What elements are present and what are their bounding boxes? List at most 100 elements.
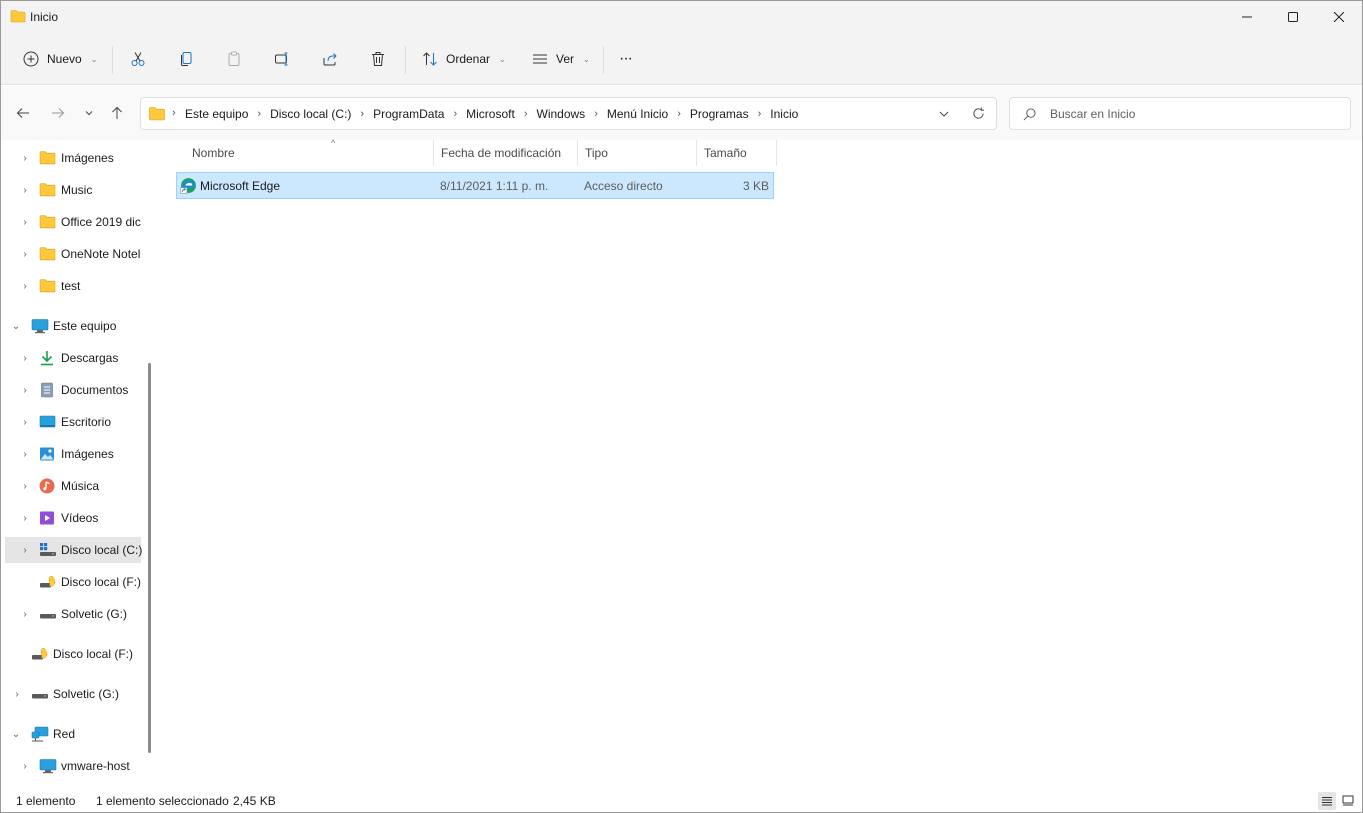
column-header-name[interactable]: Nombre ^ xyxy=(185,138,434,166)
breadcrumb-separator[interactable]: › xyxy=(257,108,261,120)
chevron-down-icon xyxy=(85,111,93,116)
breadcrumb-item[interactable]: Microsoft xyxy=(466,107,515,121)
share-button[interactable] xyxy=(314,45,346,73)
new-button[interactable]: Nuevo ⌄ xyxy=(15,45,104,73)
sidebar-item-vmware-host[interactable]: › vmware-host xyxy=(1,753,143,779)
selection-size: 2,45 KB xyxy=(233,794,276,808)
drive-icon xyxy=(39,606,56,622)
address-bar[interactable]: › Este equipo › Disco local (C:) › Progr… xyxy=(140,97,997,130)
recent-locations-button[interactable] xyxy=(79,103,99,123)
large-icons-view-button[interactable] xyxy=(1339,792,1357,810)
details-view-button[interactable] xyxy=(1318,792,1336,810)
breadcrumb-item[interactable]: Windows xyxy=(537,107,586,121)
title-bar[interactable]: Inicio xyxy=(1,1,1362,33)
sidebar-item-office[interactable]: › Office 2019 dic xyxy=(1,209,143,235)
folder-icon xyxy=(39,214,56,230)
cut-button[interactable] xyxy=(122,45,154,73)
chevron-right-icon: › xyxy=(15,688,19,700)
breadcrumb-separator[interactable]: › xyxy=(677,108,681,120)
forward-button[interactable] xyxy=(48,103,68,123)
sidebar-item-este-equipo[interactable]: ⌄ Este equipo xyxy=(1,313,143,339)
column-header-type[interactable]: Tipo xyxy=(578,140,697,166)
window-title: Inicio xyxy=(30,10,59,24)
maximize-button[interactable] xyxy=(1270,1,1316,33)
file-size: 3 KB xyxy=(742,179,769,193)
file-row[interactable]: Microsoft Edge 8/11/2021 1:11 p. m. Acce… xyxy=(176,172,774,199)
view-button[interactable]: Ver ⌄ xyxy=(524,45,597,73)
navigation-row: › Este equipo › Disco local (C:) › Progr… xyxy=(1,86,1362,140)
chevron-right-icon: › xyxy=(23,352,27,364)
breadcrumb-separator[interactable]: › xyxy=(758,108,762,120)
minimize-button[interactable] xyxy=(1224,1,1270,33)
chevron-down-icon xyxy=(939,111,949,117)
search-box[interactable]: Buscar en Inicio xyxy=(1009,97,1351,130)
sidebar-item-documentos[interactable]: › Documentos xyxy=(1,377,143,403)
back-button[interactable] xyxy=(13,103,33,123)
sidebar-item-label: Solvetic (G:) xyxy=(53,687,120,701)
breadcrumb-item[interactable]: Disco local (C:) xyxy=(270,107,351,121)
plus-circle-icon xyxy=(22,50,40,68)
breadcrumb-item[interactable]: ProgramData xyxy=(373,107,444,121)
breadcrumb-item[interactable]: Este equipo xyxy=(185,107,248,121)
column-header-label: Fecha de modificación xyxy=(441,146,562,160)
search-icon xyxy=(1023,108,1036,124)
sidebar-item-label: Vídeos xyxy=(61,511,99,525)
sidebar-scrollbar[interactable] xyxy=(148,363,151,753)
videos-icon xyxy=(39,510,55,526)
sidebar-item-red[interactable]: ⌄ Red xyxy=(1,721,143,747)
sidebar-item-label: OneNote Notel xyxy=(61,247,141,261)
paste-icon xyxy=(225,50,243,68)
chevron-right-icon: › xyxy=(23,512,27,524)
folder-icon xyxy=(39,182,56,198)
rename-button[interactable] xyxy=(266,45,298,73)
chevron-down-icon: ⌄ xyxy=(90,54,98,64)
copy-button[interactable] xyxy=(170,45,202,73)
sidebar-item-musica[interactable]: › Música xyxy=(1,473,143,499)
column-header-modified[interactable]: Fecha de modificación xyxy=(434,140,578,166)
sidebar-item-disco-f-root[interactable]: Disco local (F:) xyxy=(1,641,143,667)
trash-icon xyxy=(369,50,387,68)
status-bar: 1 elemento 1 elemento seleccionado 2,45 … xyxy=(1,790,1362,812)
sidebar-item-escritorio[interactable]: › Escritorio xyxy=(1,409,143,435)
sidebar-item-solvetic-g-root[interactable]: › Solvetic (G:) xyxy=(1,681,143,707)
chevron-right-icon: › xyxy=(23,384,27,396)
maximize-icon xyxy=(1288,12,1298,22)
breadcrumb-separator[interactable]: › xyxy=(453,108,457,120)
search-input[interactable]: Buscar en Inicio xyxy=(1050,107,1135,121)
sidebar-item-solvetic-g[interactable]: › Solvetic (G:) xyxy=(1,601,143,627)
refresh-button[interactable] xyxy=(972,107,985,123)
sidebar-item-label: Escritorio xyxy=(61,415,112,429)
breadcrumb-item[interactable]: Programas xyxy=(690,107,749,121)
breadcrumb-separator[interactable]: › xyxy=(524,108,528,120)
arrow-up-icon xyxy=(112,106,122,119)
paste-button[interactable] xyxy=(218,45,250,73)
address-history-button[interactable] xyxy=(938,108,950,123)
column-header-label: Nombre xyxy=(192,146,235,160)
chevron-right-icon: › xyxy=(172,107,176,119)
sidebar-item-pictures[interactable]: › Imágenes xyxy=(1,441,143,467)
sort-button[interactable]: Ordenar ⌄ xyxy=(414,45,513,73)
sidebar-item-imagenes[interactable]: › Imágenes xyxy=(1,145,143,171)
sidebar-item-videos[interactable]: › Vídeos xyxy=(1,505,143,531)
sidebar-item-label: Solvetic (G:) xyxy=(61,607,128,621)
sidebar-item-disco-c[interactable]: › Disco local (C:) xyxy=(5,537,142,563)
network-icon xyxy=(31,726,49,742)
up-button[interactable] xyxy=(107,103,127,123)
copy-icon xyxy=(177,50,195,68)
sidebar-item-disco-f[interactable]: Disco local (F:) xyxy=(1,569,143,595)
delete-button[interactable] xyxy=(362,45,394,73)
column-header-size[interactable]: Tamaño xyxy=(697,140,777,166)
more-options-button[interactable]: ··· xyxy=(612,45,639,73)
breadcrumb-separator[interactable]: › xyxy=(360,108,364,120)
close-button[interactable] xyxy=(1316,1,1362,33)
file-list: Nombre ^ Fecha de modificación Tipo Tama… xyxy=(158,138,1362,790)
breadcrumb-item[interactable]: Inicio xyxy=(770,107,798,121)
sidebar-item-onenote[interactable]: › OneNote Notel xyxy=(1,241,143,267)
sidebar-item-test[interactable]: › test xyxy=(1,273,143,299)
breadcrumb-item[interactable]: Menú Inicio xyxy=(607,107,668,121)
breadcrumb-separator[interactable]: › xyxy=(594,108,598,120)
chevron-down-icon: ⌄ xyxy=(11,320,21,332)
sidebar-item-music[interactable]: › Music xyxy=(1,177,143,203)
sidebar-item-label: Music xyxy=(61,183,93,197)
sidebar-item-descargas[interactable]: › Descargas xyxy=(1,345,143,371)
